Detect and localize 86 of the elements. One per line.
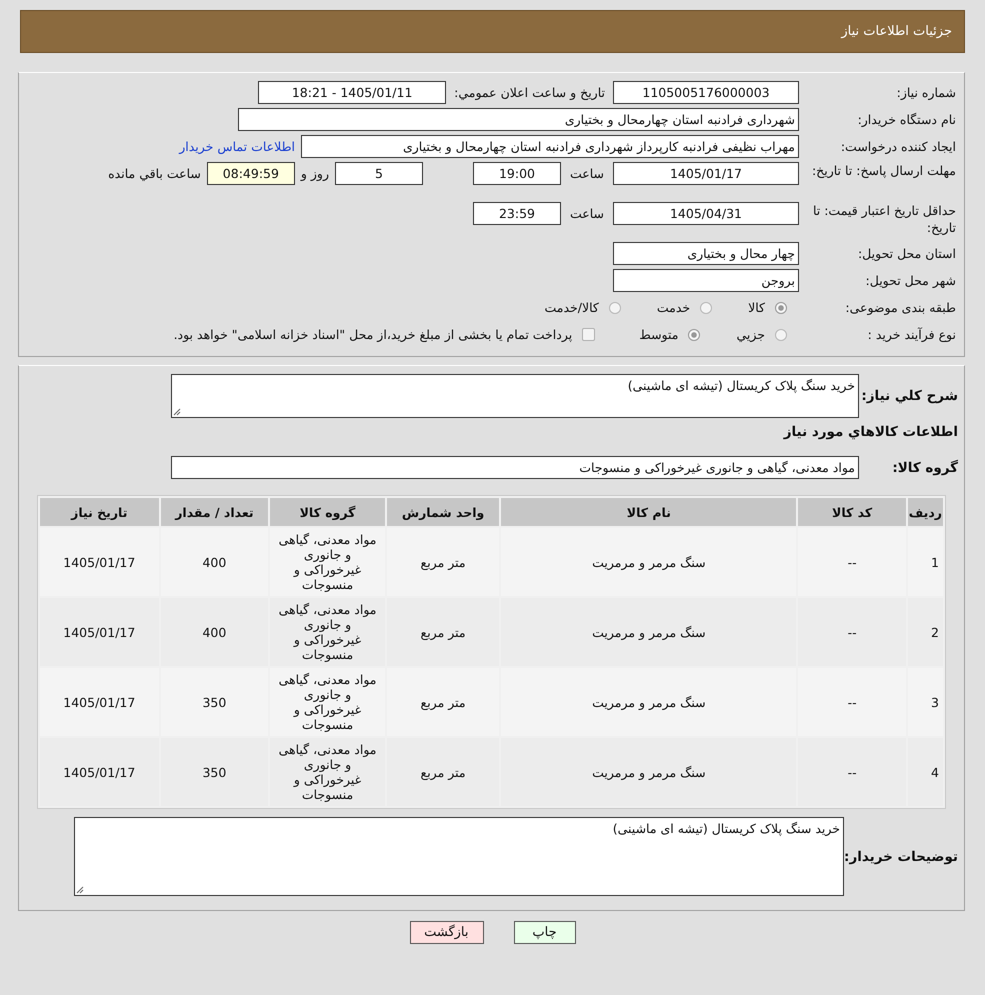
table-cell: 1405/01/17 xyxy=(40,738,159,806)
days-label: روز و xyxy=(299,165,330,183)
table-cell: -- xyxy=(798,528,906,596)
description-field: خريد سنگ پلاک کریستال (تیشه ای ماشینی) xyxy=(171,374,859,418)
checkbox[interactable] xyxy=(582,328,596,341)
table-cell: متر مربع xyxy=(386,668,500,736)
radio-button[interactable] xyxy=(608,302,621,314)
buyer-field: شهرداری فرادنبه استان چهارمحال و بختیاری xyxy=(238,108,799,131)
option-label: کالا xyxy=(748,300,765,315)
table-cell: -- xyxy=(798,668,906,736)
option-label: کالا/خدمت xyxy=(544,300,599,315)
table-cell: 1 xyxy=(908,528,943,596)
time-label: ساعت xyxy=(568,205,605,223)
field-label: شهر محل تحويل: xyxy=(864,273,957,288)
radio-button[interactable] xyxy=(688,328,700,340)
action-button[interactable]: چاپ xyxy=(514,921,576,944)
payment-note: پرداخت تمام يا بخشی از مبلغ خريد،از محل "اسناد خزانه اسلامی" خواهد بود. xyxy=(174,327,572,342)
validity-time-field: 23:59 xyxy=(473,202,561,225)
table-cell: 350 xyxy=(160,668,268,736)
table-cell: مواد معدنی، گیاهی و جانوری غیرخوراکی و منسوجات xyxy=(270,598,385,666)
requester-field: مهراب نظیفی فرادنبه کارپرداز شهرداری فرادنبه استان چهارمحال و بختیاری xyxy=(301,135,799,158)
field-label: حداقل تاريخ اعتبار قيمت: تا تاريخ: xyxy=(812,202,957,236)
field-label: نوع فرآيند خريد : xyxy=(866,327,957,342)
remaining-time-field: 08:49:59 xyxy=(206,162,295,185)
time-label: ساعت xyxy=(568,165,605,183)
contact-link[interactable]: اطلاعات تماس خريدار xyxy=(179,139,301,154)
table-cell: متر مربع xyxy=(386,528,500,596)
option-label: خدمت xyxy=(656,300,690,315)
field-label: نام دستگاه خريدار: xyxy=(856,112,957,127)
announce-date-field: 1405/01/11 - 18:21 xyxy=(258,81,446,104)
field-label: طبقه بندی موضوعی: xyxy=(844,300,957,315)
field-label: مهلت ارسال پاسخ: تا تاريخ: xyxy=(810,162,957,179)
radio-button[interactable] xyxy=(775,302,787,314)
column-header: واحد شمارش xyxy=(386,498,500,526)
column-header: کد کالا xyxy=(798,498,906,526)
option-label: جزيي xyxy=(736,327,765,342)
resize-grip-icon[interactable] xyxy=(173,408,181,416)
field-label: ايجاد کننده درخواست: xyxy=(840,139,957,154)
option-label: متوسط xyxy=(639,327,678,342)
table-cell: مواد معدنی، گیاهی و جانوری غیرخوراکی و منسوجات xyxy=(270,738,385,806)
radio-button[interactable] xyxy=(775,328,787,340)
buyer-notes-field: خريد سنگ پلاک کریستال (تیشه ای ماشینی) xyxy=(74,817,844,896)
column-header: گروه کالا xyxy=(270,498,385,526)
table-cell: -- xyxy=(798,598,906,666)
table-cell: سنگ مرمر و مرمریت xyxy=(501,738,796,806)
table-cell: مواد معدنی، گیاهی و جانوری غیرخوراکی و منسوجات xyxy=(270,528,385,596)
table-cell: سنگ مرمر و مرمریت xyxy=(501,668,796,736)
action-button[interactable]: بازگشت xyxy=(410,921,484,944)
table-cell: 400 xyxy=(160,528,268,596)
table-cell: 1405/01/17 xyxy=(40,528,159,596)
need-number-field: 1105005176000003 xyxy=(613,81,799,104)
column-header: تاريخ نياز xyxy=(40,498,159,526)
section-title: اطلاعات کالاهاي مورد نياز xyxy=(782,424,959,440)
days-field: 5 xyxy=(335,162,423,185)
table-cell: 1405/01/17 xyxy=(40,598,159,666)
field-label: تاريخ و ساعت اعلان عمومي: xyxy=(453,85,606,100)
table-cell: مواد معدنی، گیاهی و جانوری غیرخوراکی و منسوجات xyxy=(270,668,385,736)
table-cell: سنگ مرمر و مرمریت xyxy=(501,528,796,596)
resize-grip-icon[interactable] xyxy=(76,886,84,894)
radio-button[interactable] xyxy=(700,302,712,314)
column-header: رديف xyxy=(908,498,943,526)
table-cell: -- xyxy=(798,738,906,806)
field-label: شرح کلي نياز: xyxy=(860,388,959,404)
page-title: جزئیات اطلاعات نیاز xyxy=(841,24,952,39)
goods-group-field: مواد معدنی، گیاهی و جانوری غیرخوراکی و منسوجات xyxy=(171,456,859,479)
validity-date-field: 1405/04/31 xyxy=(613,202,799,225)
table-cell: 350 xyxy=(160,738,268,806)
deadline-date-field: 1405/01/17 xyxy=(613,162,799,185)
table-cell: سنگ مرمر و مرمریت xyxy=(501,598,796,666)
remaining-label: ساعت باقي مانده xyxy=(107,165,202,183)
table-cell: 1405/01/17 xyxy=(40,668,159,736)
table-cell: 2 xyxy=(908,598,943,666)
table-cell: متر مربع xyxy=(386,738,500,806)
column-header: تعداد / مقدار xyxy=(160,498,268,526)
field-label: استان محل تحويل: xyxy=(856,246,957,261)
city-field: بروجن xyxy=(613,269,799,292)
table-cell: 3 xyxy=(908,668,943,736)
table-cell: 4 xyxy=(908,738,943,806)
table-cell: 400 xyxy=(160,598,268,666)
field-label: توضيحات خريدار: xyxy=(844,848,959,864)
field-label: گروه کالا: xyxy=(891,460,959,476)
table-cell: متر مربع xyxy=(386,598,500,666)
province-field: چهار محال و بختیاری xyxy=(613,242,799,265)
column-header: نام کالا xyxy=(501,498,796,526)
deadline-time-field: 19:00 xyxy=(473,162,561,185)
field-label: شماره نیاز: xyxy=(896,85,957,100)
